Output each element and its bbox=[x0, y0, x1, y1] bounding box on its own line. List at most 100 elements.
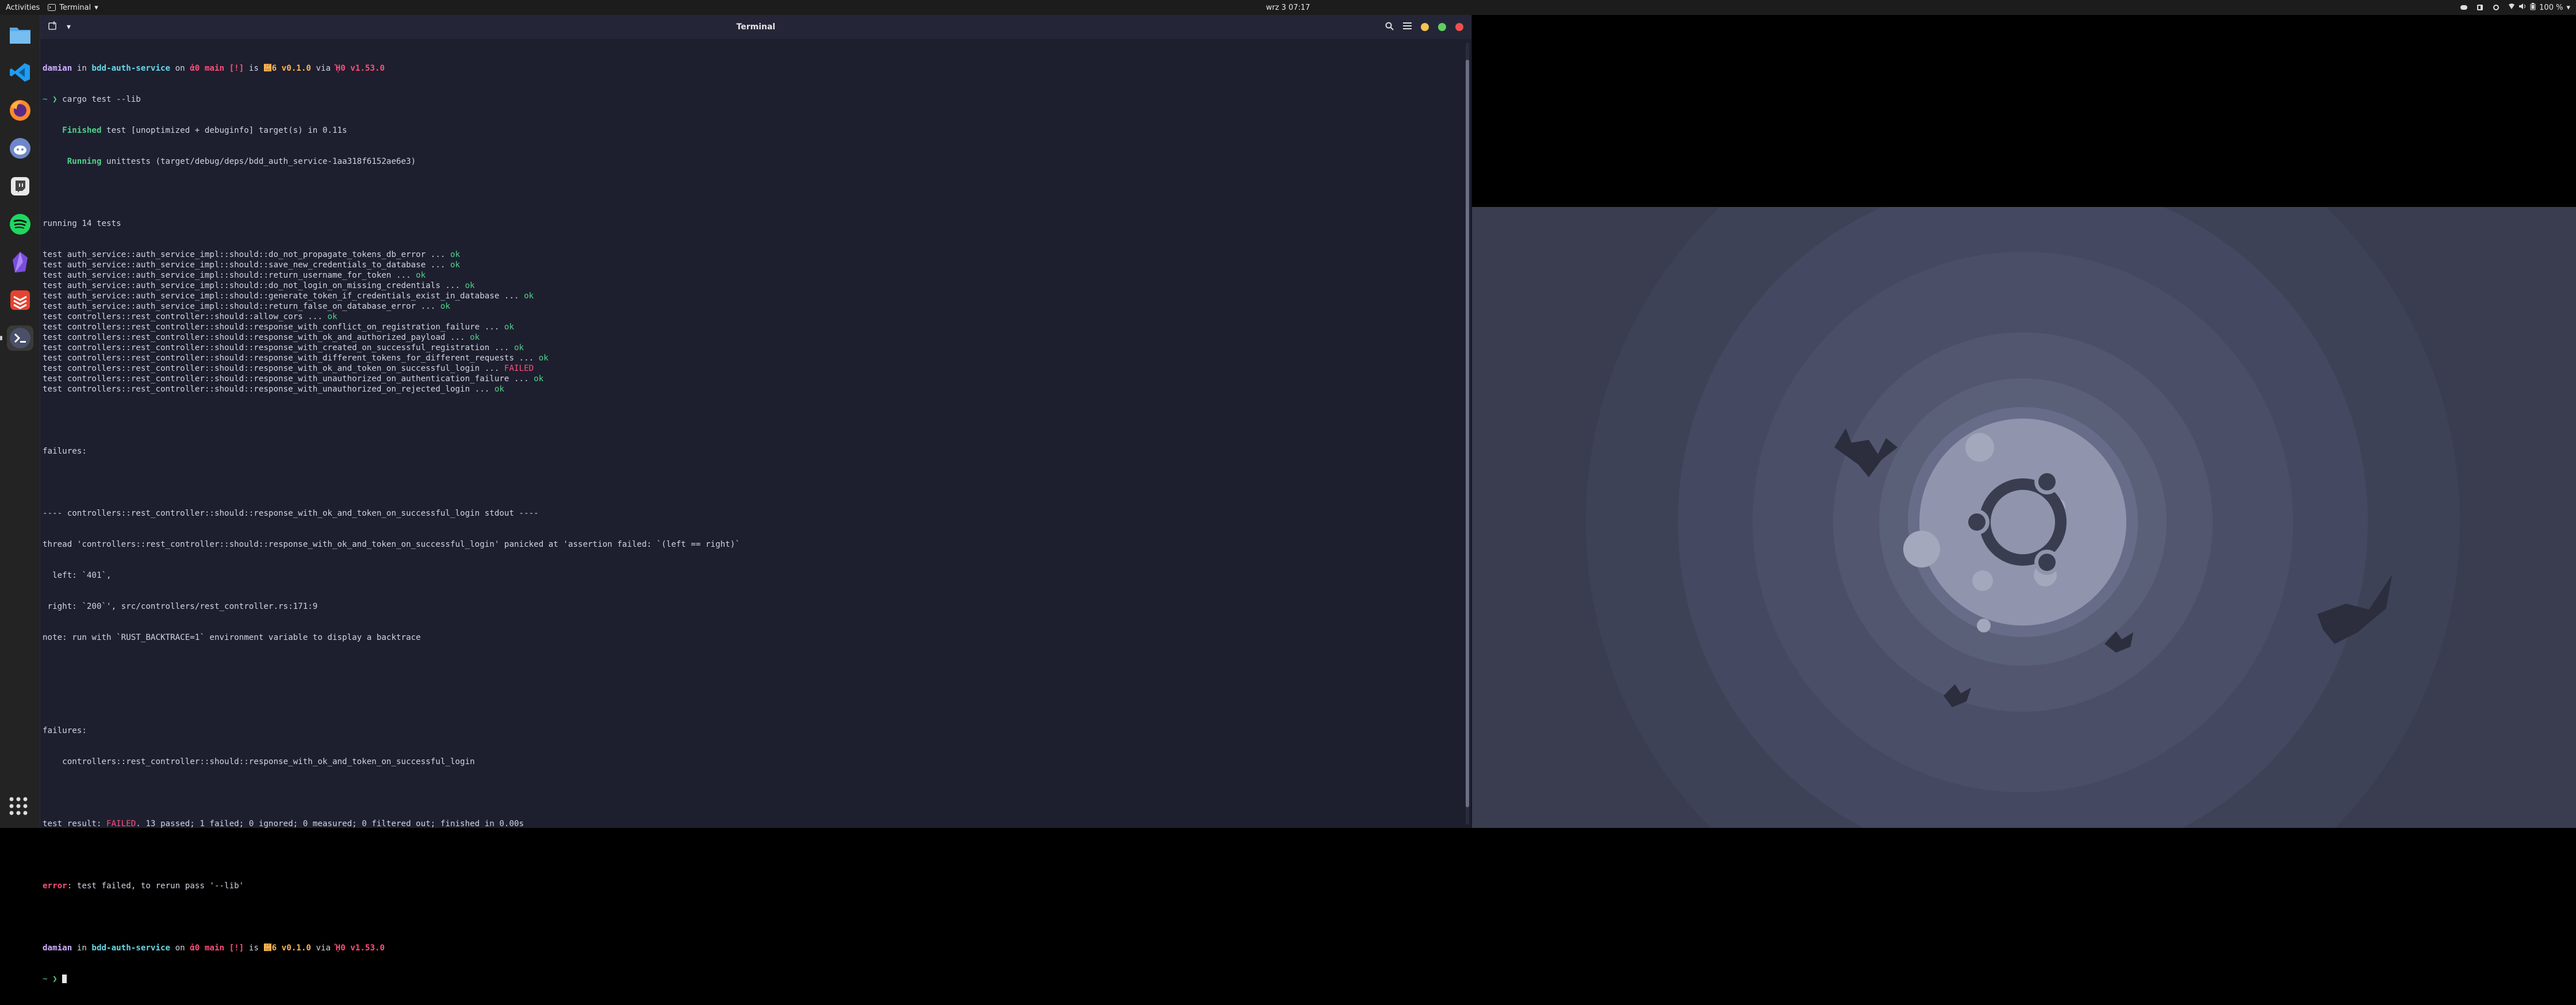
close-button[interactable] bbox=[1455, 23, 1463, 31]
output-line: controllers::rest_controller::should::re… bbox=[43, 757, 475, 766]
new-tab-icon bbox=[48, 21, 56, 30]
network-icon bbox=[2508, 3, 2515, 12]
hamburger-icon bbox=[1403, 22, 1412, 29]
test-status: ok bbox=[465, 281, 475, 290]
menu-button[interactable] bbox=[1403, 22, 1412, 32]
test-result-line: test auth_service::auth_service_impl::sh… bbox=[43, 291, 1446, 301]
dock bbox=[0, 15, 40, 828]
prompt-line: damian in bdd-auth-service on ἀ0 main [!… bbox=[43, 943, 385, 953]
window-title: Terminal bbox=[736, 22, 776, 32]
twitch-app[interactable] bbox=[7, 174, 33, 199]
vscode-app[interactable] bbox=[7, 60, 33, 85]
test-result-line: test controllers::rest_controller::shoul… bbox=[43, 322, 1446, 332]
app-menu[interactable]: Terminal ▾ bbox=[48, 3, 98, 12]
wallpaper bbox=[1472, 207, 2576, 828]
error-line: error: test failed, to rerun pass '--lib… bbox=[43, 881, 244, 891]
text-cursor bbox=[62, 975, 67, 983]
maximize-button[interactable] bbox=[1438, 23, 1446, 31]
firefox-icon bbox=[9, 100, 30, 121]
test-name: test controllers::rest_controller::shoul… bbox=[43, 333, 470, 342]
test-result-line: test controllers::rest_controller::shoul… bbox=[43, 374, 1446, 384]
input-line[interactable]: ~ ❯ bbox=[43, 974, 1446, 984]
tray-app-icon[interactable] bbox=[2476, 3, 2484, 11]
test-status: ok bbox=[494, 385, 504, 394]
minimize-button[interactable] bbox=[1421, 23, 1429, 31]
volume-icon bbox=[2518, 3, 2527, 12]
test-result-line: test controllers::rest_controller::shoul… bbox=[43, 332, 1446, 343]
files-app[interactable] bbox=[7, 22, 33, 47]
todoist-app[interactable] bbox=[7, 287, 33, 313]
output-line: left: `401`, bbox=[43, 571, 112, 580]
grid-icon bbox=[9, 797, 28, 815]
clock[interactable]: wrz 3 07:17 bbox=[1266, 3, 1310, 12]
scrollbar-thumb[interactable] bbox=[1466, 60, 1469, 807]
test-result-line: test controllers::rest_controller::shoul… bbox=[43, 384, 1446, 394]
battery-percent: 100 % bbox=[2539, 3, 2563, 12]
test-result-line: test auth_service::auth_service_impl::sh… bbox=[43, 250, 1446, 260]
test-status: ok bbox=[504, 323, 515, 332]
test-result-line: test auth_service::auth_service_impl::sh… bbox=[43, 281, 1446, 291]
desktop bbox=[1472, 15, 2576, 828]
tab-menu-button[interactable]: ▾ bbox=[67, 22, 71, 32]
search-button[interactable] bbox=[1385, 22, 1394, 33]
test-result-line: test controllers::rest_controller::shoul… bbox=[43, 363, 1446, 374]
command-line: ~ ❯ cargo test --lib bbox=[43, 95, 141, 104]
terminal-header-bar: ▾ Terminal bbox=[40, 15, 1471, 39]
test-status: ok bbox=[416, 271, 426, 280]
battery-icon bbox=[2530, 2, 2536, 13]
output-line: right: `200`', src/controllers/rest_cont… bbox=[43, 602, 318, 611]
test-result-line: test controllers::rest_controller::shoul… bbox=[43, 312, 1446, 322]
terminal-window[interactable]: ▾ Terminal damian in bdd-auth-service on… bbox=[40, 15, 1472, 984]
test-status: ok bbox=[534, 374, 544, 383]
vscode-icon bbox=[9, 63, 30, 82]
test-status: ok bbox=[440, 302, 450, 311]
terminal-app[interactable] bbox=[0, 325, 33, 351]
discord-tray-icon[interactable] bbox=[2460, 3, 2468, 11]
output-line: Running unittests (target/debug/deps/bdd… bbox=[43, 157, 416, 166]
test-name: test controllers::rest_controller::shoul… bbox=[43, 312, 328, 321]
system-menu[interactable]: 100 % ▾ bbox=[2508, 2, 2570, 13]
search-icon bbox=[1385, 22, 1394, 30]
test-name: test controllers::rest_controller::shoul… bbox=[43, 374, 534, 383]
test-name: test auth_service::auth_service_impl::sh… bbox=[43, 260, 450, 270]
test-status: FAILED bbox=[504, 364, 534, 373]
spotify-app[interactable] bbox=[7, 212, 33, 237]
folder-icon bbox=[9, 28, 30, 44]
obsidian-app[interactable] bbox=[7, 250, 33, 275]
output-line: running 14 tests bbox=[43, 219, 121, 228]
scrollbar[interactable] bbox=[1466, 43, 1469, 824]
output-line: failures: bbox=[43, 726, 87, 735]
firefox-app[interactable] bbox=[7, 98, 33, 123]
activities-button[interactable]: Activities bbox=[6, 3, 40, 12]
test-status: ok bbox=[514, 343, 524, 352]
reddit-icon bbox=[9, 138, 30, 159]
output-line: note: run with `RUST_BACKTRACE=1` enviro… bbox=[43, 633, 421, 642]
chevron-down-icon: ▾ bbox=[94, 3, 98, 12]
test-name: test auth_service::auth_service_impl::sh… bbox=[43, 250, 450, 259]
reddit-app[interactable] bbox=[7, 136, 33, 161]
test-name: test auth_service::auth_service_impl::sh… bbox=[43, 302, 440, 311]
new-tab-button[interactable] bbox=[48, 21, 57, 33]
test-results-list: test auth_service::auth_service_impl::sh… bbox=[43, 250, 1446, 394]
test-result-line: test auth_service::auth_service_impl::sh… bbox=[43, 270, 1446, 281]
show-applications-button[interactable] bbox=[7, 795, 30, 820]
output-line: failures: bbox=[43, 447, 87, 456]
settings-tray-icon[interactable] bbox=[2492, 3, 2500, 11]
test-status: ok bbox=[538, 354, 549, 363]
obsidian-icon bbox=[12, 252, 28, 273]
test-name: test auth_service::auth_service_impl::sh… bbox=[43, 281, 465, 290]
test-status: ok bbox=[524, 291, 534, 301]
app-menu-label: Terminal bbox=[59, 3, 91, 12]
test-status: ok bbox=[450, 260, 461, 270]
output-line: Finished test [unoptimized + debuginfo] … bbox=[43, 126, 347, 135]
prompt-line: damian in bdd-auth-service on ἀ0 main [!… bbox=[43, 64, 385, 73]
test-status: ok bbox=[327, 312, 338, 321]
test-status: ok bbox=[470, 333, 480, 342]
terminal-output[interactable]: damian in bdd-auth-service on ἀ0 main [!… bbox=[43, 43, 1446, 984]
output-line: thread 'controllers::rest_controller::sh… bbox=[43, 540, 740, 549]
test-name: test auth_service::auth_service_impl::sh… bbox=[43, 291, 524, 301]
test-name: test controllers::rest_controller::shoul… bbox=[43, 343, 514, 352]
test-result-line: test controllers::rest_controller::shoul… bbox=[43, 353, 1446, 363]
todoist-icon bbox=[10, 290, 30, 310]
chevron-down-icon: ▾ bbox=[2566, 3, 2570, 12]
